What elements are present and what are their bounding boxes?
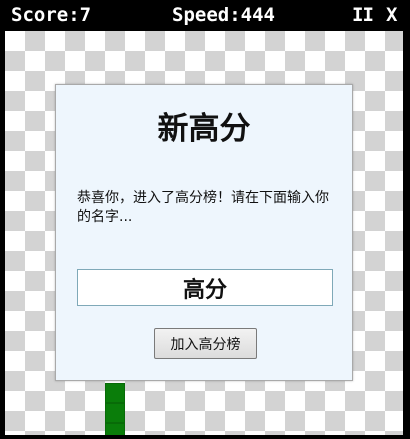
add-to-leaderboard-button[interactable]: 加入高分榜 xyxy=(154,328,257,359)
close-button[interactable]: X xyxy=(386,3,397,27)
high-score-dialog: 新高分 恭喜你，进入了高分榜！请在下面输入你的名字... 加入高分榜 xyxy=(55,84,353,381)
snake-segment xyxy=(105,403,125,423)
speed-display: Speed:444 xyxy=(172,4,275,26)
score-display: Score:7 xyxy=(11,4,92,26)
dialog-message: 恭喜你，进入了高分榜！请在下面输入你的名字... xyxy=(77,190,329,225)
hud-bar: Score:7 Speed:444 II X xyxy=(0,0,410,31)
snake-segment xyxy=(105,423,125,435)
dialog-title: 新高分 xyxy=(157,111,251,147)
snake-segment xyxy=(105,383,125,403)
pause-button[interactable]: II xyxy=(352,3,374,27)
player-name-input[interactable] xyxy=(77,269,333,306)
